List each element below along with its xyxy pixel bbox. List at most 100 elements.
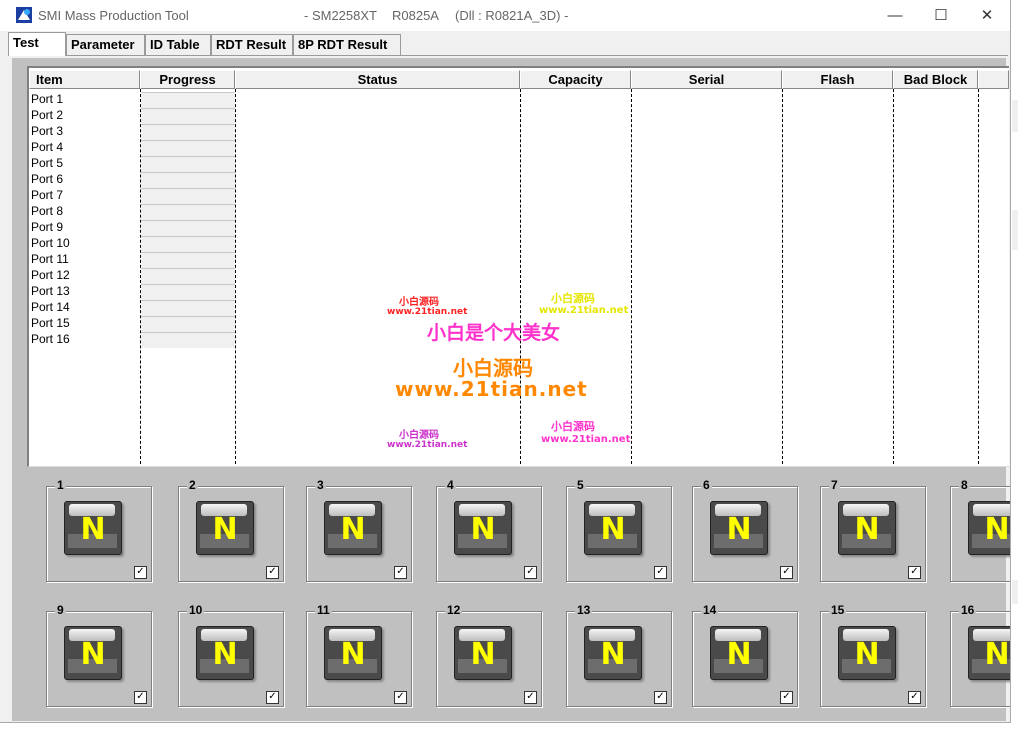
slot-enable-checkbox[interactable]: ✓: [908, 566, 921, 579]
column-header-item[interactable]: Item: [29, 70, 140, 89]
device-slot[interactable]: 5 N ✓: [566, 478, 673, 583]
device-slot[interactable]: 2 N ✓: [178, 478, 285, 583]
list-item-port[interactable]: Port 14: [31, 299, 70, 315]
slot-enable-checkbox[interactable]: ✓: [654, 566, 667, 579]
drive-status-letter: N: [600, 637, 626, 672]
list-item-port[interactable]: Port 9: [31, 219, 63, 235]
slot-enable-checkbox[interactable]: ✓: [134, 566, 147, 579]
slot-enable-checkbox[interactable]: ✓: [654, 691, 667, 704]
drive-status-letter: N: [726, 637, 752, 672]
column-header-flash[interactable]: Flash: [782, 70, 893, 89]
device-slot[interactable]: 15 N ✓: [820, 603, 927, 708]
drive-icon: N: [838, 626, 896, 680]
slot-enable-checkbox[interactable]: ✓: [266, 691, 279, 704]
drive-icon: N: [454, 626, 512, 680]
slot-number: 12: [445, 603, 463, 617]
device-slot[interactable]: 3 N ✓: [306, 478, 413, 583]
device-slot[interactable]: 4 N ✓: [436, 478, 543, 583]
drive-icon: N: [584, 501, 642, 555]
list-item-port[interactable]: Port 1: [31, 91, 63, 107]
device-slot[interactable]: 16N✓: [950, 603, 1010, 708]
slot-enable-checkbox[interactable]: ✓: [394, 566, 407, 579]
device-slot[interactable]: 11 N ✓: [306, 603, 413, 708]
list-item-port[interactable]: Port 15: [31, 315, 70, 331]
slot-enable-checkbox[interactable]: ✓: [908, 691, 921, 704]
slot-enable-checkbox[interactable]: ✓: [780, 566, 793, 579]
drive-status-letter: N: [600, 512, 626, 547]
slot-number: 16: [959, 603, 977, 617]
slot-enable-checkbox[interactable]: ✓: [394, 691, 407, 704]
column-header-bad-block[interactable]: Bad Block: [893, 70, 978, 89]
column-header-serial[interactable]: Serial: [631, 70, 782, 89]
list-item-port[interactable]: Port 2: [31, 107, 63, 123]
tab-parameter[interactable]: Parameter: [66, 34, 145, 55]
tab-test[interactable]: Test: [8, 32, 66, 56]
column-header-filler: [978, 70, 1009, 89]
device-slot[interactable]: 10 N ✓: [178, 603, 285, 708]
drive-status-letter: N: [726, 512, 752, 547]
drive-status-letter: N: [340, 512, 366, 547]
slot-number: 14: [701, 603, 719, 617]
progress-bar: [141, 124, 235, 140]
drive-icon: N: [324, 626, 382, 680]
drive-icon: N: [968, 626, 1010, 680]
progress-bar: [141, 156, 235, 172]
column-header-status[interactable]: Status: [235, 70, 520, 89]
tab-8p-rdt-result[interactable]: 8P RDT Result: [293, 34, 401, 55]
device-slot[interactable]: 9 N ✓: [46, 603, 153, 708]
slot-enable-checkbox[interactable]: ✓: [134, 691, 147, 704]
port-list[interactable]: Item Progress Status Capacity Serial Fla…: [27, 66, 1009, 467]
list-item-port[interactable]: Port 11: [31, 251, 69, 267]
slot-enable-checkbox[interactable]: ✓: [266, 566, 279, 579]
tab-rdt-result[interactable]: RDT Result: [211, 34, 293, 55]
list-item-port[interactable]: Port 13: [31, 283, 70, 299]
app-icon: [16, 7, 32, 23]
slot-number: 1: [55, 478, 66, 492]
drive-icon: N: [710, 501, 768, 555]
list-item-port[interactable]: Port 4: [31, 139, 63, 155]
list-item-port[interactable]: Port 8: [31, 203, 63, 219]
test-panel: Item Progress Status Capacity Serial Fla…: [12, 58, 1010, 721]
close-button[interactable]: ✕: [964, 0, 1010, 31]
list-item-port[interactable]: Port 10: [31, 235, 70, 251]
device-slot[interactable]: 7 N ✓: [820, 478, 927, 583]
device-slot[interactable]: 13 N ✓: [566, 603, 673, 708]
device-slot[interactable]: 14 N ✓: [692, 603, 799, 708]
slot-enable-checkbox[interactable]: ✓: [524, 691, 537, 704]
device-slot[interactable]: 1 N ✓: [46, 478, 153, 583]
slot-enable-checkbox[interactable]: ✓: [524, 566, 537, 579]
list-item-port[interactable]: Port 6: [31, 171, 63, 187]
progress-bar: [141, 268, 235, 284]
list-item-port[interactable]: Port 3: [31, 123, 63, 139]
watermark-text: www.21tian.net: [541, 434, 631, 445]
progress-bar: [141, 252, 235, 268]
tab-id-table[interactable]: ID Table: [145, 34, 211, 55]
slot-number: 4: [445, 478, 456, 492]
drive-status-letter: N: [80, 512, 106, 547]
drive-icon: N: [584, 626, 642, 680]
device-slot[interactable]: 12 N ✓: [436, 603, 543, 708]
column-header-capacity[interactable]: Capacity: [520, 70, 631, 89]
list-item-port[interactable]: Port 7: [31, 187, 63, 203]
watermark-text: 小白源码: [399, 430, 439, 441]
progress-bar: [141, 316, 235, 332]
drive-icon: N: [324, 501, 382, 555]
column-divider: [631, 89, 632, 466]
list-item-port[interactable]: Port 16: [31, 331, 70, 347]
tab-strip: Test Parameter ID Table RDT Result 8P RD…: [8, 32, 1008, 56]
minimize-button[interactable]: —: [872, 0, 918, 31]
device-slot[interactable]: 8N✓: [950, 478, 1010, 583]
list-item-port[interactable]: Port 12: [31, 267, 70, 283]
maximize-button[interactable]: ☐: [918, 0, 964, 31]
slot-enable-checkbox[interactable]: ✓: [780, 691, 793, 704]
window-title-app: SMI Mass Production Tool: [38, 8, 189, 23]
drive-status-letter: N: [80, 637, 106, 672]
slot-number: 15: [829, 603, 847, 617]
watermark-url: www.21tian.net: [395, 377, 588, 401]
device-slot[interactable]: 6 N ✓: [692, 478, 799, 583]
slot-number: 6: [701, 478, 712, 492]
slot-number: 8: [959, 478, 970, 492]
list-item-port[interactable]: Port 5: [31, 155, 63, 171]
column-header-progress[interactable]: Progress: [140, 70, 235, 89]
watermark-text: 小白源码: [551, 420, 595, 433]
